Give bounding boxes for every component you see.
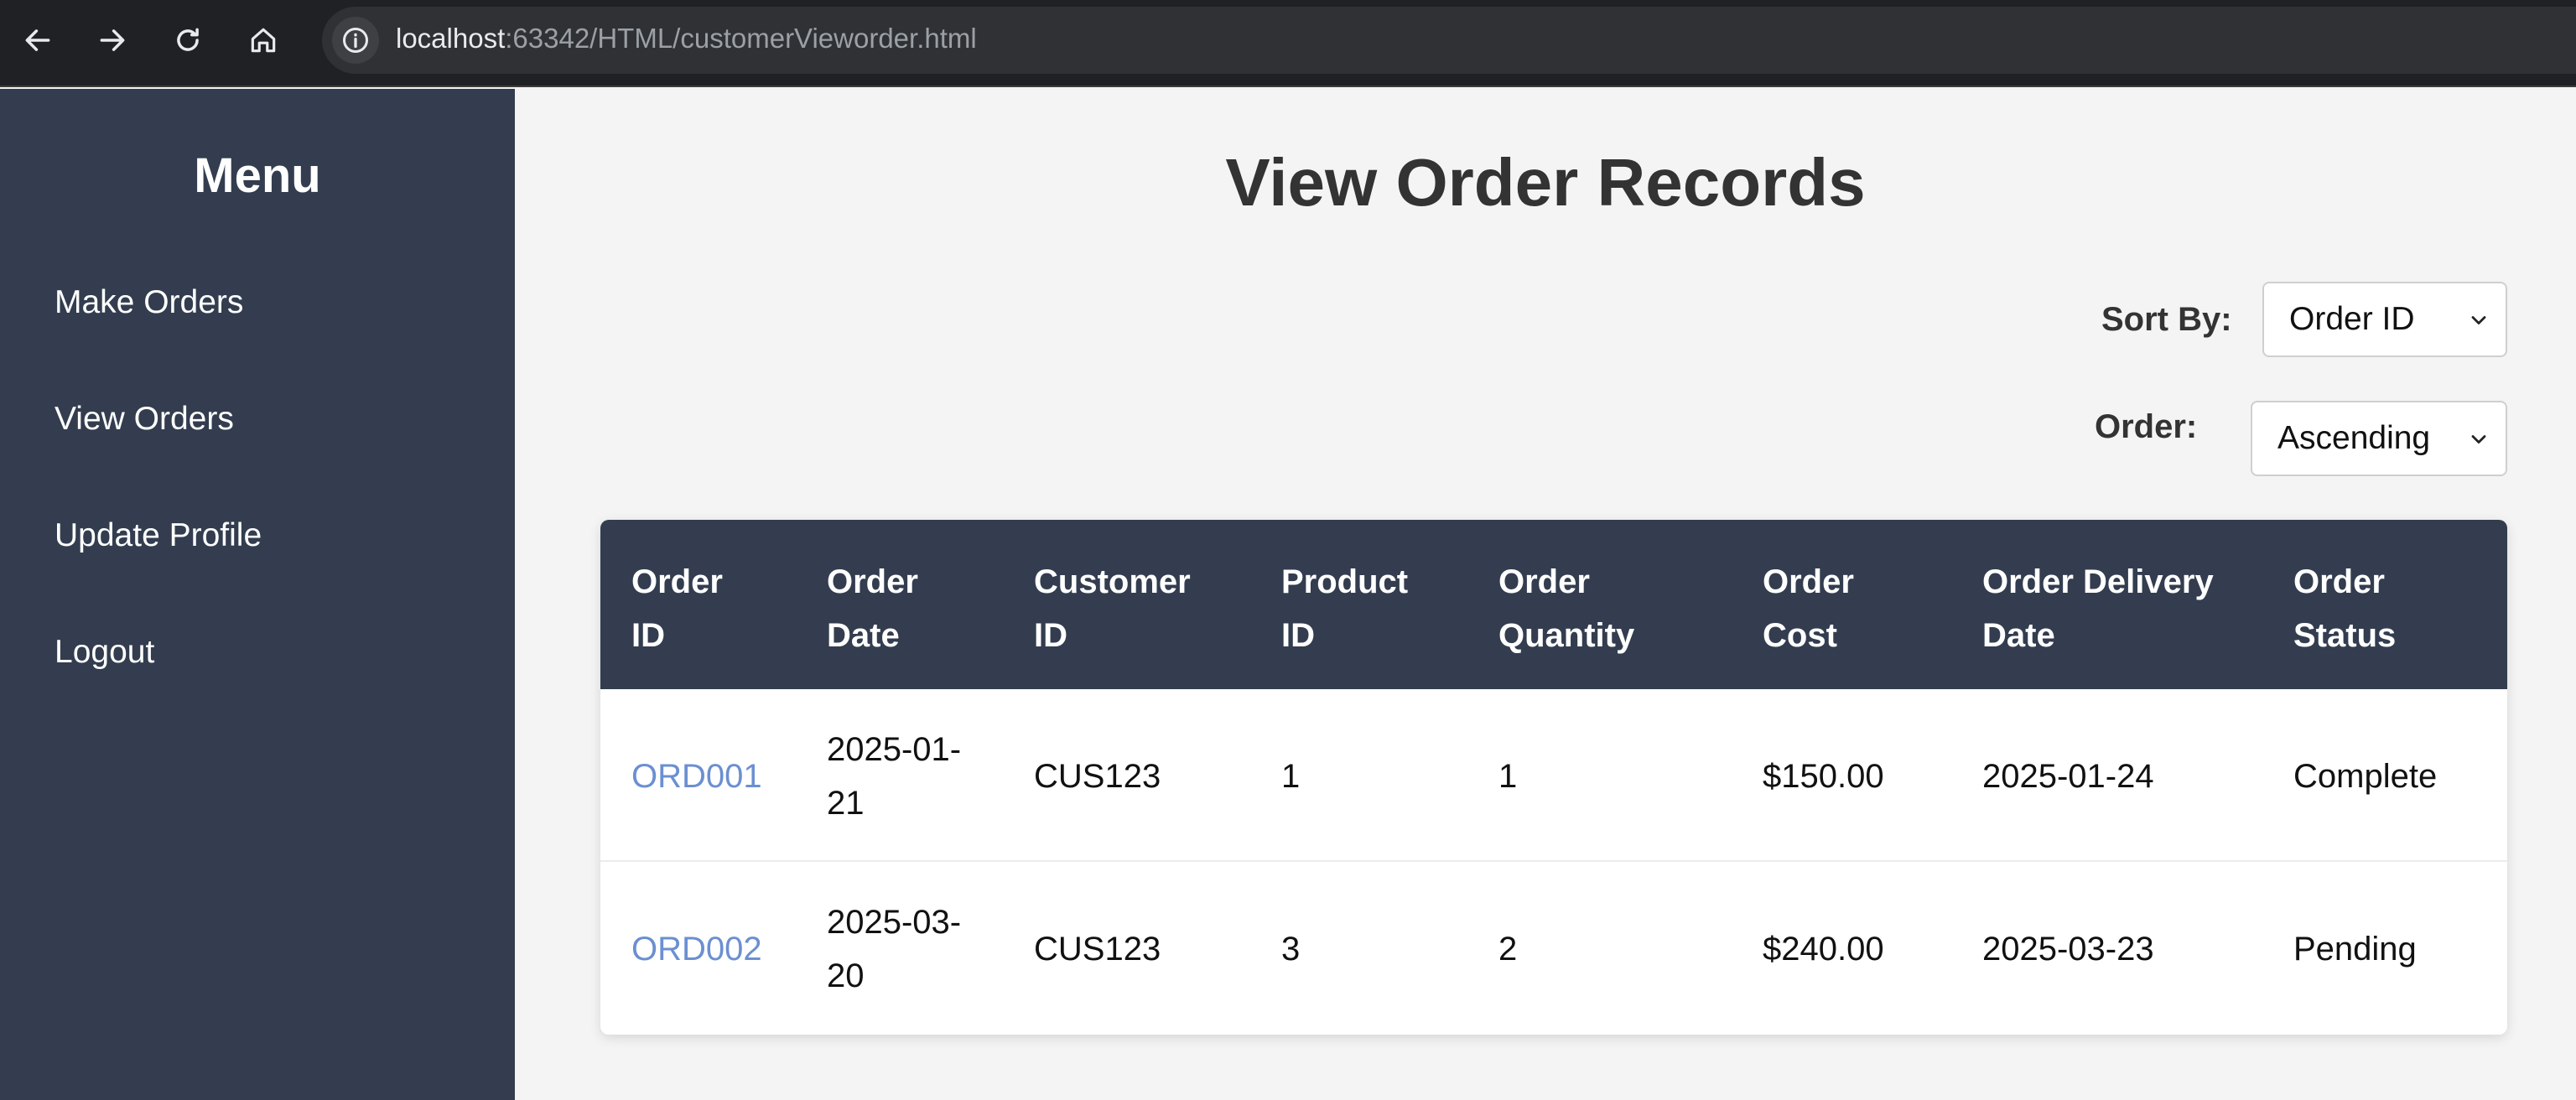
quantity-cell: 1 xyxy=(1498,758,1518,795)
orders-table: Order ID Order Date Customer ID Product ID O… xyxy=(600,520,2507,1035)
arrow-left-icon xyxy=(25,29,50,51)
customer-id-cell: CUS123 xyxy=(1034,758,1161,795)
header-order-quantity: Order Quantity xyxy=(1498,563,1635,654)
header-order-date: Order Date xyxy=(827,563,918,654)
sidebar-item-update-profile[interactable]: Update Profile xyxy=(55,514,262,558)
url-host: localhost xyxy=(396,23,506,54)
arrow-right-icon xyxy=(100,29,125,51)
table-row: ORD001 2025-01- 21 CUS123 1 1 $150.00 202… xyxy=(600,689,2507,862)
table-row: ORD002 2025-03- 20 CUS123 3 2 $240.00 202… xyxy=(600,862,2507,1035)
reload-button[interactable] xyxy=(164,17,211,64)
sidebar: Menu Make Orders View Orders Update Prof… xyxy=(0,89,515,1100)
delivery-date-cell: 2025-01-24 xyxy=(1982,758,2154,795)
order-label: Order: xyxy=(2095,408,2198,445)
cost-cell: $150.00 xyxy=(1763,758,1884,795)
header-order-delivery-date: Order Delivery Date xyxy=(1982,563,2214,654)
product-id-cell: 3 xyxy=(1281,931,1301,968)
sidebar-item-logout[interactable]: Logout xyxy=(55,630,154,674)
sort-by-value: Order ID xyxy=(2289,301,2415,337)
chevron-down-icon xyxy=(2471,435,2486,444)
delivery-date-cell: 2025-03-23 xyxy=(1982,931,2154,968)
customer-id-cell: CUS123 xyxy=(1034,931,1161,968)
status-cell: Pending xyxy=(2293,931,2417,968)
info-icon xyxy=(343,28,368,53)
header-order-status: Order Status xyxy=(2293,563,2397,654)
page-title: View Order Records xyxy=(1225,145,1866,220)
sort-by-label: Sort By: xyxy=(2101,301,2232,338)
order-value: Ascending xyxy=(2277,420,2431,456)
header-order-id: Order ID xyxy=(631,563,723,654)
back-button[interactable] xyxy=(14,17,61,64)
home-button[interactable] xyxy=(240,17,287,64)
status-cell: Complete xyxy=(2293,758,2438,795)
forward-button[interactable] xyxy=(89,17,136,64)
sidebar-item-view-orders[interactable]: View Orders xyxy=(55,397,234,441)
url-path: :63342/HTML/customerVieworder.html xyxy=(505,23,977,54)
order-date-cell: 2025-03- 20 xyxy=(827,904,962,994)
site-info-button[interactable] xyxy=(332,17,379,64)
product-id-cell: 1 xyxy=(1281,758,1301,795)
header-product-id: Product ID xyxy=(1281,563,1409,654)
cost-cell: $240.00 xyxy=(1763,931,1884,968)
reload-icon xyxy=(177,28,199,51)
order-id-link[interactable]: ORD002 xyxy=(631,922,762,976)
order-id-link[interactable]: ORD001 xyxy=(631,750,762,803)
sidebar-title: Menu xyxy=(194,148,321,203)
quantity-cell: 2 xyxy=(1498,931,1518,968)
url-text[interactable]: localhost:63342/HTML/customerVieworder.h… xyxy=(396,22,977,55)
order-date-cell: 2025-01- 21 xyxy=(827,731,962,822)
sidebar-item-make-orders[interactable]: Make Orders xyxy=(55,281,243,324)
home-icon xyxy=(251,28,276,53)
table-header: Order ID Order Date Customer ID Product ID O… xyxy=(600,520,2507,689)
header-order-cost: Order Cost xyxy=(1763,563,1854,654)
sort-by-select[interactable]: Order ID xyxy=(2262,282,2507,357)
header-customer-id: Customer ID xyxy=(1034,563,1191,654)
order-select[interactable]: Ascending xyxy=(2251,401,2507,476)
browser-toolbar: localhost:63342/HTML/customerVieworder.h… xyxy=(0,0,2576,87)
chevron-down-icon xyxy=(2471,316,2486,324)
